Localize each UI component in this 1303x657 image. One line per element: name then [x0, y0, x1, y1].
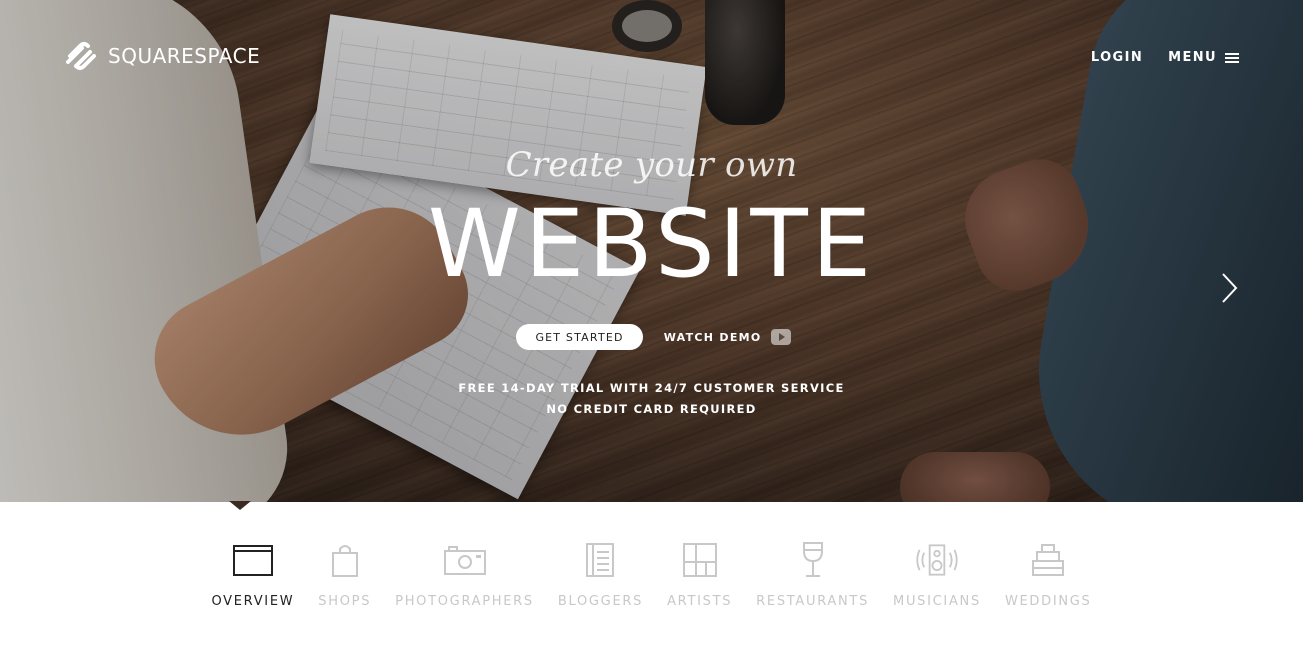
active-tab-pointer	[229, 501, 251, 510]
hero-section: SQUARESPACE LOGIN MENU Create your own W…	[0, 0, 1303, 502]
tab-shops[interactable]: SHOPS	[306, 540, 383, 609]
tab-artists[interactable]: ARTISTS	[655, 540, 744, 609]
cake-icon	[1026, 540, 1070, 580]
squarespace-logo[interactable]: SQUARESPACE	[64, 40, 260, 72]
browser-window-icon	[231, 540, 275, 580]
tab-label: RESTAURANTS	[756, 594, 870, 609]
trial-info: FREE 14-DAY TRIAL WITH 24/7 CUSTOMER SER…	[0, 378, 1303, 420]
tab-bloggers[interactable]: BLOGGERS	[546, 540, 655, 609]
tab-restaurants[interactable]: RESTAURANTS	[744, 540, 881, 609]
hero-headline: WEBSITE	[427, 190, 876, 299]
camera-icon	[443, 540, 487, 580]
hamburger-icon	[1225, 52, 1239, 63]
get-started-button[interactable]: GET STARTED	[516, 324, 643, 350]
brand-name: SQUARESPACE	[108, 44, 261, 68]
watch-demo-label: WATCH DEMO	[663, 330, 762, 344]
trial-line-1: FREE 14-DAY TRIAL WITH 24/7 CUSTOMER SER…	[458, 381, 845, 395]
wine-glass-icon	[791, 540, 835, 580]
frame-grid-icon	[678, 540, 722, 580]
watch-demo-button[interactable]: WATCH DEMO	[664, 329, 791, 345]
shopping-bag-icon	[323, 540, 367, 580]
category-tabs: OVERVIEW SHOPS PHOTOGRAPHERS BLOGGERS AR…	[0, 540, 1303, 609]
tab-weddings[interactable]: WEDDINGS	[993, 540, 1104, 609]
play-icon	[770, 329, 791, 345]
squarespace-logo-icon	[66, 42, 96, 70]
tab-label: WEDDINGS	[1004, 594, 1092, 609]
notebook-icon	[578, 540, 622, 580]
tab-label: BLOGGERS	[557, 594, 644, 609]
tab-photographers[interactable]: PHOTOGRAPHERS	[383, 540, 546, 609]
menu-button[interactable]: MENU	[1168, 50, 1239, 65]
tab-musicians[interactable]: MUSICIANS	[881, 540, 993, 609]
tab-label: ARTISTS	[667, 594, 733, 609]
tab-label: OVERVIEW	[211, 594, 295, 609]
top-nav: LOGIN MENU	[1091, 50, 1239, 65]
tab-label: SHOPS	[318, 594, 372, 609]
trial-line-2: NO CREDIT CARD REQUIRED	[546, 402, 757, 416]
menu-label: MENU	[1168, 50, 1217, 65]
hero-tagline: Create your own	[505, 145, 798, 185]
chevron-right-icon[interactable]	[1216, 268, 1242, 308]
tab-label: MUSICIANS	[893, 594, 981, 609]
tab-label: PHOTOGRAPHERS	[395, 594, 534, 609]
tab-overview[interactable]: OVERVIEW	[199, 540, 306, 609]
login-link[interactable]: LOGIN	[1091, 50, 1143, 65]
cta-row: GET STARTED WATCH DEMO	[0, 324, 1303, 350]
speaker-icon	[915, 540, 959, 580]
